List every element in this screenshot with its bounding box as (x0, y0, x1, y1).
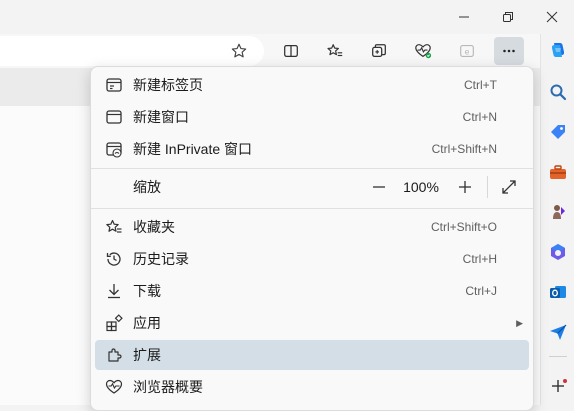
menu-item-downloads[interactable]: 下载 Ctrl+J (95, 276, 529, 306)
menu-item-shortcut: Ctrl+Shift+N (431, 142, 497, 156)
menu-item-shortcut: Ctrl+H (462, 252, 497, 266)
restore-icon (503, 12, 513, 22)
sidebar-m365-button[interactable] (541, 236, 574, 268)
minimize-icon (459, 16, 469, 18)
svg-text:e: e (465, 47, 470, 57)
zoom-in-button[interactable] (451, 172, 479, 202)
fullscreen-expand-icon (502, 180, 516, 194)
search-icon (550, 84, 567, 101)
menu-item-shortcut: Ctrl+N (462, 110, 497, 124)
restore-button[interactable] (486, 0, 530, 34)
sidebar-games-button[interactable] (541, 196, 574, 228)
favorites-button[interactable] (320, 37, 350, 65)
minimize-button[interactable] (442, 0, 486, 34)
new-tab-icon (105, 76, 123, 94)
favorites-star-list-icon (327, 44, 343, 57)
menu-item-new-window[interactable]: 新建窗口 Ctrl+N (95, 102, 529, 132)
chess-piece-icon (553, 205, 565, 219)
fullscreen-button[interactable] (495, 172, 523, 202)
menu-item-new-inprivate-window[interactable]: 新建 InPrivate 窗口 Ctrl+Shift+N (95, 134, 529, 164)
minus-icon (373, 186, 385, 188)
sidebar-search-button[interactable] (541, 76, 574, 108)
star-icon (231, 43, 247, 58)
menu-item-label: 历史记录 (133, 251, 189, 267)
title-bar (0, 0, 574, 34)
copilot-icon (551, 43, 565, 57)
microsoft-365-icon (551, 244, 565, 260)
menu-item-shortcut: Ctrl+J (465, 284, 497, 298)
apps-icon (105, 314, 123, 332)
heart-pulse-icon (415, 44, 432, 59)
menu-item-label: 浏览器概要 (133, 379, 203, 395)
history-icon (105, 250, 123, 268)
sidebar-add-button[interactable] (541, 370, 574, 402)
sidebar-tools-button[interactable] (541, 156, 574, 188)
outlook-icon (550, 286, 566, 298)
sidebar-shopping-button[interactable] (541, 116, 574, 148)
plus-icon (552, 379, 567, 392)
sidebar-divider (549, 356, 567, 357)
menu-item-label: 新建标签页 (133, 77, 203, 93)
sidebar (540, 34, 574, 405)
favorites-icon (105, 218, 123, 236)
settings-and-more-button[interactable] (494, 37, 524, 65)
zoom-level: 100% (403, 179, 439, 195)
ie-mode-icon: e (460, 45, 474, 57)
submenu-arrow-icon: ▶ (516, 317, 523, 328)
close-icon (546, 11, 558, 23)
browser-essentials-toolbar-button[interactable] (408, 37, 438, 65)
zoom-divider (487, 176, 488, 198)
menu-item-shortcut: Ctrl+Shift+O (430, 220, 497, 234)
menu-item-label: 新建窗口 (133, 109, 189, 125)
favorite-star-button[interactable] (224, 37, 254, 65)
more-dots-icon (503, 49, 515, 53)
menu-item-label: 扩展 (133, 347, 161, 363)
collections-icon (372, 44, 386, 58)
download-icon (105, 282, 123, 300)
menu-item-label: 收藏夹 (133, 219, 175, 235)
menu-separator (91, 208, 533, 209)
sidebar-drop-button[interactable] (541, 316, 574, 348)
zoom-label: 缩放 (133, 179, 161, 195)
zoom-out-button[interactable] (365, 172, 393, 202)
menu-item-browser-essentials[interactable]: 浏览器概要 (95, 372, 529, 402)
shopping-tag-icon (551, 125, 565, 139)
menu-item-shortcut: Ctrl+T (464, 78, 497, 92)
menu-item-label: 应用 (133, 315, 161, 331)
plus-icon (459, 181, 471, 193)
copilot-button[interactable] (541, 34, 574, 66)
new-window-icon (105, 108, 123, 126)
menu-separator (91, 168, 533, 169)
menu-item-favorites[interactable]: 收藏夹 Ctrl+Shift+O (95, 212, 529, 242)
extensions-icon (105, 346, 123, 364)
menu-item-label: 新建 InPrivate 窗口 (133, 141, 253, 157)
split-screen-icon (284, 44, 298, 58)
menu-item-history[interactable]: 历史记录 Ctrl+H (95, 244, 529, 274)
browser-essentials-icon (105, 378, 123, 396)
toolbox-icon (550, 165, 566, 179)
menu-item-label: 下载 (133, 283, 161, 299)
close-button[interactable] (530, 0, 574, 34)
ie-mode-button[interactable]: e (452, 37, 482, 65)
drop-send-icon (550, 324, 567, 340)
inprivate-window-icon (105, 140, 123, 158)
menu-item-apps[interactable]: 应用 ▶ (95, 308, 529, 338)
settings-more-menu: 新建标签页 Ctrl+T 新建窗口 Ctrl+N 新建 InPrivate 窗口… (90, 66, 534, 411)
split-screen-button[interactable] (276, 37, 306, 65)
sidebar-outlook-button[interactable] (541, 276, 574, 308)
menu-item-new-tab[interactable]: 新建标签页 Ctrl+T (95, 70, 529, 100)
collections-button[interactable] (364, 37, 394, 65)
menu-item-extensions[interactable]: 扩展 (95, 340, 529, 370)
